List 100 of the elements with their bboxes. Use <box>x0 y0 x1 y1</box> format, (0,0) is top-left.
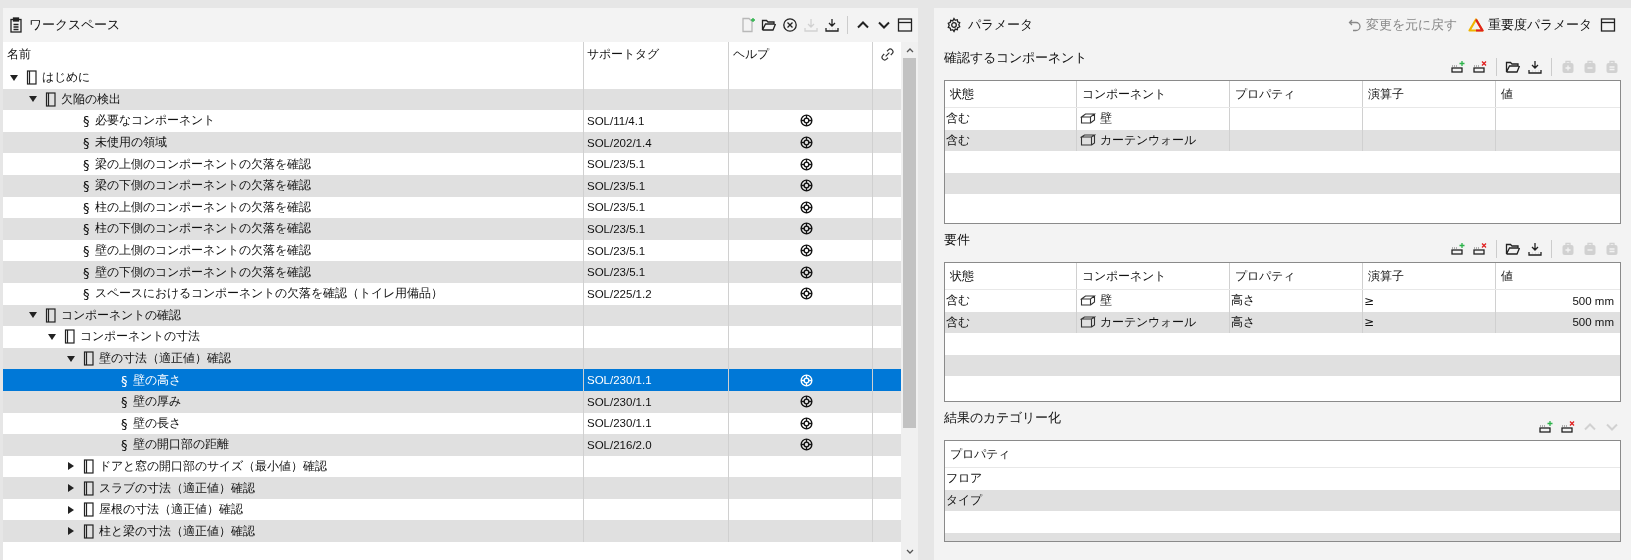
section-sign: § <box>83 135 90 151</box>
tree-row[interactable]: § 未使用の領域 SOL/202/1.4 <box>3 131 901 154</box>
lifebuoy-icon[interactable] <box>800 114 813 128</box>
column-header[interactable]: コンポーネント <box>1077 81 1230 107</box>
lifebuoy-icon[interactable] <box>800 179 813 193</box>
book-icon <box>45 307 56 323</box>
support-tag: SOL/23/5.1 <box>587 244 646 257</box>
lifebuoy-icon[interactable] <box>800 416 813 430</box>
table-cell: 含む <box>946 292 970 310</box>
support-tag: SOL/11/4.1 <box>587 115 645 127</box>
box-icon <box>1080 111 1096 126</box>
table-cell: 壁 <box>1100 292 1112 310</box>
table-cell: 含む <box>946 131 970 149</box>
clipboard-icon <box>9 17 23 33</box>
tree-row[interactable]: § 柱の下側のコンポーネントの欠落を確認 SOL/23/5.1 <box>3 218 901 240</box>
tree-item-label: コンポーネントの確認 <box>61 306 181 324</box>
collapse-arrow-icon[interactable] <box>29 312 37 319</box>
tree-item-label: 壁の寸法（適正値）確認 <box>99 350 231 367</box>
tree-item-label: 未使用の領域 <box>94 134 167 152</box>
support-tag: SOL/230/1.1 <box>587 395 652 408</box>
tree-row[interactable]: § 壁の下側のコンポーネントの欠落を確認 SOL/23/5.1 <box>3 261 901 283</box>
lifebuoy-icon[interactable] <box>800 244 813 258</box>
column-header[interactable]: プロパティ <box>1230 263 1363 289</box>
book-icon <box>45 91 56 107</box>
download-tray-icon[interactable] <box>823 16 841 34</box>
table-cell: 含む <box>946 110 970 128</box>
section-sign: § <box>121 437 128 453</box>
expand-arrow-icon[interactable] <box>68 484 74 493</box>
column-header[interactable]: 値 <box>1496 263 1620 289</box>
book-icon <box>64 329 75 345</box>
scrollbar[interactable] <box>901 42 918 560</box>
column-header[interactable]: 演算子 <box>1363 81 1496 107</box>
lifebuoy-icon[interactable] <box>800 136 813 150</box>
settings-icon <box>946 17 962 33</box>
add-row-icon[interactable] <box>1537 418 1555 436</box>
column-header[interactable]: プロパティ <box>1230 81 1363 107</box>
tree-row[interactable]: 欠陥の検出 <box>3 88 901 111</box>
tree-item-label: 必要なコンポーネント <box>94 112 215 130</box>
remove-row-icon[interactable] <box>1471 240 1489 258</box>
tree-row[interactable]: § 壁の厚み SOL/230/1.1 <box>3 390 901 413</box>
close-icon[interactable] <box>781 16 799 34</box>
lifebuoy-icon[interactable] <box>800 157 813 171</box>
panel-icon[interactable] <box>896 16 914 34</box>
lifebuoy-icon[interactable] <box>800 438 813 452</box>
tree-row[interactable]: スラブの寸法（適正値）確認 <box>3 477 901 499</box>
column-header[interactable]: コンポーネント <box>1077 263 1230 289</box>
column-header[interactable]: プロパティ <box>945 441 1620 467</box>
lifebuoy-icon[interactable] <box>800 200 813 214</box>
add-row-icon[interactable] <box>1449 240 1467 258</box>
panel-icon[interactable] <box>1599 16 1617 34</box>
tree-row[interactable]: コンポーネントの確認 <box>3 304 901 327</box>
remove-row-icon[interactable] <box>1559 418 1577 436</box>
section-sign: § <box>83 178 90 194</box>
tree-item-label: 壁の上側のコンポーネントの欠落を確認 <box>94 242 311 260</box>
tree-row[interactable]: § 梁の下側のコンポーネントの欠落を確認 SOL/23/5.1 <box>3 174 901 197</box>
expand-arrow-icon[interactable] <box>68 505 74 514</box>
collapse-arrow-icon[interactable] <box>10 74 18 81</box>
tree-item-label: 柱と梁の寸法（適正値）確認 <box>99 522 255 540</box>
download-tray-icon[interactable] <box>1526 58 1544 76</box>
table-cell: カーテンウォール <box>1100 131 1196 149</box>
link-icon <box>880 48 894 61</box>
collapse-arrow-icon[interactable] <box>67 355 75 362</box>
tree-item-label: 欠陥の検出 <box>61 90 121 108</box>
tree-row[interactable]: § 壁の開口部の距離 SOL/216/2.0 <box>3 434 901 456</box>
column-header[interactable]: 状態 <box>945 263 1077 289</box>
section-sign: § <box>83 113 90 129</box>
book-icon <box>83 523 94 539</box>
download-tray-icon[interactable] <box>1526 240 1544 258</box>
section-title: 結果のカテゴリー化 <box>944 409 1061 427</box>
book-icon <box>83 480 94 496</box>
tree-row[interactable]: § 壁の高さ SOL/230/1.1 <box>3 369 901 391</box>
section-sign: § <box>83 221 90 237</box>
add-row-icon[interactable] <box>1449 58 1467 76</box>
book-icon <box>83 459 94 474</box>
tree-item-label: 梁の下側のコンポーネントの欠落を確認 <box>94 177 311 195</box>
collapse-arrow-icon[interactable] <box>29 96 37 103</box>
column-header[interactable]: 状態 <box>945 81 1077 107</box>
box-icon <box>1080 315 1096 330</box>
support-tag: SOL/23/5.1 <box>587 222 646 235</box>
lifebuoy-icon[interactable] <box>800 287 813 301</box>
support-tag: SOL/216/2.0 <box>587 438 652 451</box>
tree-item-label: 屋根の寸法（適正値）確認 <box>99 501 243 519</box>
panel-title: パラメータ <box>968 16 1033 34</box>
collapse-arrow-icon[interactable] <box>48 333 56 340</box>
section-sign: § <box>83 243 90 259</box>
tree-row[interactable]: 壁の寸法（適正値）確認 <box>3 347 901 370</box>
section-title: 確認するコンポーネント <box>944 49 1087 67</box>
column-header[interactable]: 演算子 <box>1363 263 1496 289</box>
severity-button[interactable]: 重要度パラメータ <box>1464 14 1596 36</box>
expand-arrow-icon[interactable] <box>68 462 74 471</box>
column-header[interactable]: 値 <box>1496 81 1620 107</box>
support-tag: SOL/202/1.4 <box>587 136 652 149</box>
panel-title: ワークスペース <box>29 16 120 34</box>
remove-row-icon[interactable] <box>1471 58 1489 76</box>
lifebuoy-icon[interactable] <box>800 265 813 279</box>
book-icon <box>83 502 94 518</box>
lifebuoy-icon[interactable] <box>800 395 813 409</box>
tree-row[interactable]: 柱と梁の寸法（適正値）確認 <box>3 520 901 543</box>
lifebuoy-icon[interactable] <box>800 222 813 236</box>
expand-arrow-icon[interactable] <box>68 527 74 536</box>
